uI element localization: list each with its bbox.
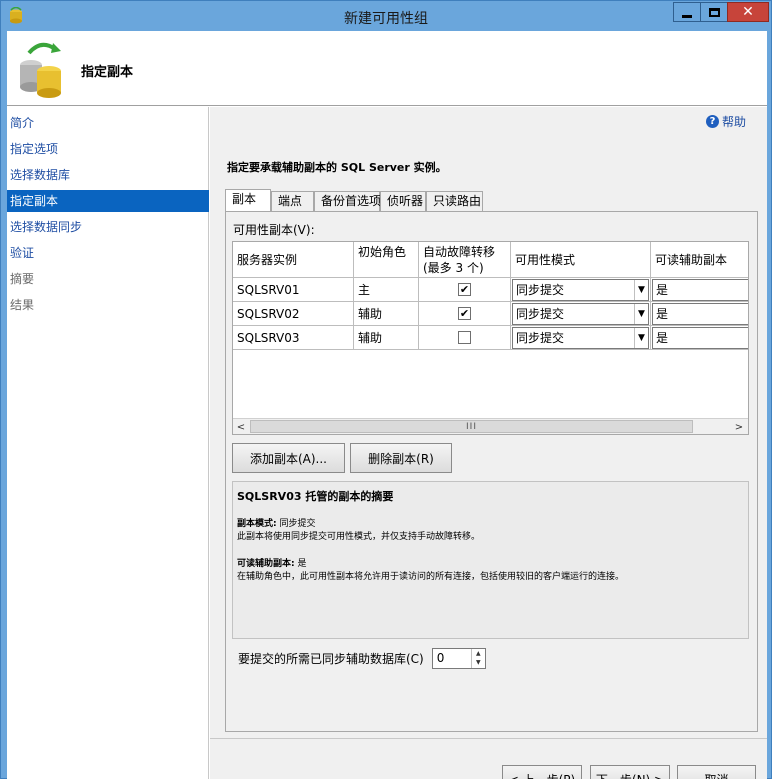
readable-cell: 是 — [651, 302, 748, 326]
footer-divider — [210, 738, 767, 739]
readable-secondary-dropdown[interactable]: 是 — [652, 279, 748, 301]
wizard-window: 新建可用性组 ✕ 指定副本 简介 指定选项 选择数据库 指定副本 选择数据同步 … — [0, 0, 772, 779]
wizard-sidebar: 简介 指定选项 选择数据库 指定副本 选择数据同步 验证 摘要 结果 — [7, 107, 209, 779]
minimize-icon — [682, 14, 692, 18]
tab-endpoints[interactable]: 端点 — [271, 191, 314, 211]
auto-failover-cell — [419, 326, 511, 350]
summary-mode-description: 此副本将使用同步提交可用性模式，并仅支持手动故障转移。 — [237, 532, 481, 542]
availability-mode-value: 同步提交 — [516, 331, 565, 345]
availability-mode-value: 同步提交 — [516, 283, 565, 297]
instruction-text: 指定要承载辅助副本的 SQL Server 实例。 — [227, 161, 447, 174]
chevron-down-icon: ▼ — [634, 328, 648, 348]
mode-cell: 同步提交 ▼ — [511, 278, 651, 302]
sidebar-item-specify-replicas[interactable]: 指定副本 — [7, 190, 209, 212]
auto-failover-checkbox[interactable]: ✔ — [458, 283, 471, 296]
readable-cell: 是 — [651, 278, 748, 302]
role-cell: 辅助 — [354, 326, 419, 350]
availability-mode-value: 同步提交 — [516, 307, 565, 321]
chevron-down-icon[interactable]: ▼ — [472, 658, 485, 667]
availability-mode-dropdown[interactable]: 同步提交 ▼ — [512, 279, 649, 301]
server-cell: SQLSRV02 — [233, 302, 354, 326]
summary-readable-label: 可读辅助副本: — [237, 559, 295, 569]
required-synced-secondaries-stepper[interactable]: 0 ▲ ▼ — [431, 648, 486, 669]
summary-mode-line: 副本模式: 同步提交 — [237, 518, 744, 531]
column-header-mode[interactable]: 可用性模式 — [511, 242, 651, 278]
page-title: 指定副本 — [81, 65, 134, 80]
sidebar-item-options[interactable]: 指定选项 — [7, 138, 209, 160]
server-cell: SQLSRV01 — [233, 278, 354, 302]
grid-horizontal-scrollbar[interactable]: < III > — [233, 418, 748, 434]
close-button[interactable]: ✕ — [727, 2, 769, 22]
minimize-button[interactable] — [673, 2, 701, 22]
readable-secondary-dropdown[interactable]: 是 — [652, 303, 748, 325]
cancel-button[interactable]: 取消 — [677, 765, 756, 779]
back-button[interactable]: < 上一步(P) — [502, 765, 582, 779]
replicas-grid: 服务器实例 初始角色 自动故障转移(最多 3 个) 可用性模式 可读辅助副本 S… — [232, 241, 749, 435]
sidebar-item-summary: 摘要 — [10, 272, 35, 286]
summary-mode-value: 同步提交 — [279, 519, 316, 529]
next-button[interactable]: 下一步(N) > — [590, 765, 670, 779]
auto-failover-cell: ✔ — [419, 278, 511, 302]
role-cell: 主 — [354, 278, 419, 302]
sidebar-item-intro[interactable]: 简介 — [7, 112, 209, 134]
scroll-left-icon[interactable]: < — [233, 419, 249, 434]
mode-cell: 同步提交 ▼ — [511, 302, 651, 326]
tab-readonly-routing[interactable]: 只读路由 — [426, 191, 483, 211]
auto-failover-checkbox[interactable]: ✔ — [458, 307, 471, 320]
summary-readable-line: 可读辅助副本: 是 — [237, 558, 744, 571]
title-bar[interactable]: 新建可用性组 ✕ — [1, 1, 771, 31]
add-replica-button[interactable]: 添加副本(A)... — [232, 443, 345, 473]
column-header-auto-failover[interactable]: 自动故障转移(最多 3 个) — [419, 242, 511, 278]
column-header-readable[interactable]: 可读辅助副本 — [651, 242, 748, 278]
window-client: 指定副本 简介 指定选项 选择数据库 指定副本 选择数据同步 验证 摘要 结果 … — [7, 31, 767, 779]
stepper-value: 0 — [436, 651, 445, 665]
auto-failover-checkbox[interactable] — [458, 331, 471, 344]
availability-mode-dropdown[interactable]: 同步提交 ▼ — [512, 303, 649, 325]
required-synced-secondaries-label: 要提交的所需已同步辅助数据库(C) — [238, 652, 424, 666]
availability-group-icon — [20, 42, 61, 98]
tab-listener[interactable]: 侦听器 — [380, 191, 426, 211]
column-header-role[interactable]: 初始角色 — [354, 242, 419, 278]
tab-backup-preferences[interactable]: 备份首选项 — [314, 191, 381, 211]
auto-failover-cell: ✔ — [419, 302, 511, 326]
readable-secondary-dropdown[interactable]: 是 — [652, 327, 748, 349]
maximize-icon — [708, 7, 720, 17]
sidebar-item-results: 结果 — [10, 298, 35, 312]
chevron-up-icon[interactable]: ▲ — [472, 649, 485, 658]
tab-panel-replicas: 可用性副本(V): 服务器实例 初始角色 自动故障转移(最多 3 个) 可用性模… — [225, 211, 758, 732]
stepper-buttons: ▲ ▼ — [470, 649, 485, 668]
sidebar-item-data-sync[interactable]: 选择数据同步 — [7, 216, 209, 238]
availability-mode-dropdown[interactable]: 同步提交 ▼ — [512, 327, 649, 349]
window-title: 新建可用性组 — [344, 11, 428, 27]
replica-summary-panel: SQLSRV03 托管的副本的摘要 副本模式: 同步提交 此副本将使用同步提交可… — [232, 481, 749, 639]
summary-readable-description: 在辅助角色中，此可用性副本将允许用于读访问的所有连接，包括使用较旧的客户端运行的… — [237, 572, 625, 582]
sidebar-item-select-databases[interactable]: 选择数据库 — [7, 164, 209, 186]
required-synced-secondaries-row: 要提交的所需已同步辅助数据库(C) 0 ▲ ▼ — [238, 648, 486, 669]
main-panel: ? 帮助 指定要承载辅助副本的 SQL Server 实例。 副本 端点 备份首… — [210, 107, 767, 779]
mode-cell: 同步提交 ▼ — [511, 326, 651, 350]
readable-cell: 是 — [651, 326, 748, 350]
server-cell: SQLSRV03 — [233, 326, 354, 350]
column-header-server[interactable]: 服务器实例 — [233, 242, 354, 278]
maximize-button[interactable] — [700, 2, 728, 22]
chevron-down-icon: ▼ — [634, 304, 648, 324]
help-link[interactable]: ? 帮助 — [706, 113, 746, 130]
tab-replicas[interactable]: 副本 — [225, 189, 271, 212]
help-icon: ? — [706, 115, 719, 128]
close-icon: ✕ — [742, 4, 754, 20]
summary-mode-label: 副本模式: — [237, 519, 277, 529]
summary-title: SQLSRV03 托管的副本的摘要 — [237, 490, 394, 503]
sidebar-item-validation[interactable]: 验证 — [7, 242, 209, 264]
scroll-right-icon[interactable]: > — [731, 419, 747, 434]
summary-readable-value: 是 — [297, 559, 307, 569]
role-cell: 辅助 — [354, 302, 419, 326]
help-label: 帮助 — [722, 115, 747, 129]
remove-replica-button[interactable]: 删除副本(R) — [350, 443, 452, 473]
scrollbar-thumb[interactable]: III — [250, 420, 693, 433]
chevron-down-icon: ▼ — [634, 280, 648, 300]
replicas-label: 可用性副本(V): — [233, 223, 315, 237]
page-header: 指定副本 — [7, 31, 767, 106]
